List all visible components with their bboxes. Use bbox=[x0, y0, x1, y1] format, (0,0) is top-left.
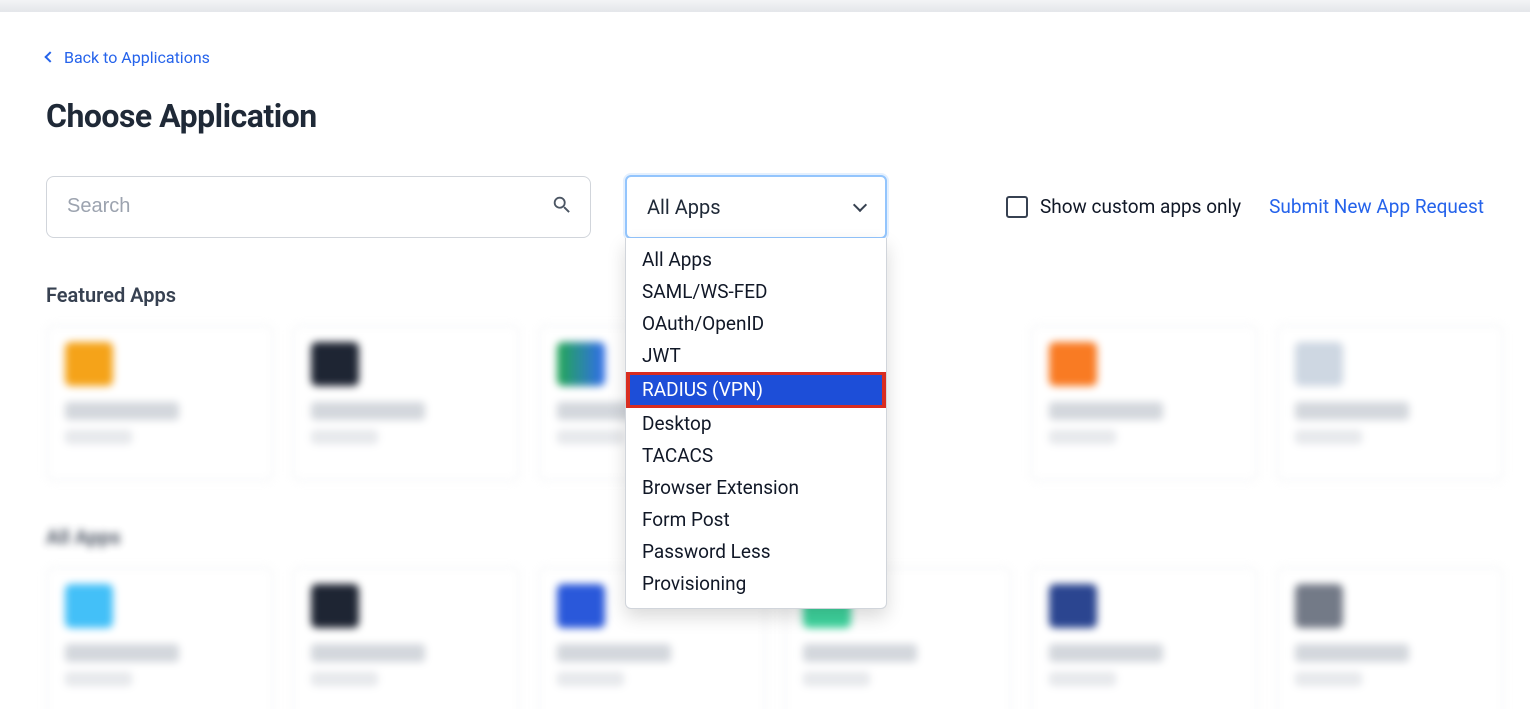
filter-option-radius[interactable]: RADIUS (VPN) bbox=[626, 372, 886, 408]
app-card[interactable] bbox=[46, 567, 274, 709]
app-card[interactable] bbox=[46, 325, 274, 481]
chevron-down-icon bbox=[853, 197, 867, 211]
controls-row: All Apps All Apps SAML/WS-FED OAuth/Open… bbox=[46, 175, 1484, 239]
search-wrap bbox=[46, 176, 591, 238]
show-custom-only-label: Show custom apps only bbox=[1040, 195, 1241, 218]
app-card[interactable] bbox=[1276, 567, 1504, 709]
app-card[interactable] bbox=[1276, 325, 1504, 481]
app-card[interactable] bbox=[1030, 567, 1258, 709]
filter-option-saml[interactable]: SAML/WS-FED bbox=[626, 276, 886, 308]
app-card[interactable] bbox=[292, 325, 520, 481]
search-icon[interactable] bbox=[551, 194, 573, 220]
show-custom-only-checkbox[interactable]: Show custom apps only bbox=[1006, 195, 1241, 218]
checkbox-box-icon bbox=[1006, 196, 1028, 218]
content-area: Back to Applications Choose Application … bbox=[0, 12, 1530, 709]
filter-option-oauth[interactable]: OAuth/OpenID bbox=[626, 308, 886, 340]
back-link-text: Back to Applications bbox=[64, 48, 210, 67]
filter-option-provisioning[interactable]: Provisioning bbox=[626, 568, 886, 600]
window-topbar bbox=[0, 0, 1530, 12]
page-title: Choose Application bbox=[46, 97, 1484, 135]
filter-option-jwt[interactable]: JWT bbox=[626, 340, 886, 372]
back-to-applications-link[interactable]: Back to Applications bbox=[46, 48, 210, 67]
search-input[interactable] bbox=[46, 176, 591, 238]
filter-option-form-post[interactable]: Form Post bbox=[626, 504, 886, 536]
filter-select-wrap: All Apps All Apps SAML/WS-FED OAuth/Open… bbox=[625, 175, 887, 239]
filter-select-button[interactable]: All Apps bbox=[625, 175, 887, 239]
submit-new-app-link[interactable]: Submit New App Request bbox=[1269, 195, 1484, 218]
filter-option-desktop[interactable]: Desktop bbox=[626, 408, 886, 440]
filter-option-password-less[interactable]: Password Less bbox=[626, 536, 886, 568]
app-card[interactable] bbox=[292, 567, 520, 709]
right-controls: Show custom apps only Submit New App Req… bbox=[1006, 195, 1484, 218]
page-root: Back to Applications Choose Application … bbox=[0, 0, 1530, 709]
chevron-left-icon bbox=[44, 51, 55, 62]
filter-option-tacacs[interactable]: TACACS bbox=[626, 440, 886, 472]
app-card[interactable] bbox=[1030, 325, 1258, 481]
filter-option-all-apps[interactable]: All Apps bbox=[626, 244, 886, 276]
filter-option-browser-ext[interactable]: Browser Extension bbox=[626, 472, 886, 504]
filter-select-value: All Apps bbox=[647, 195, 721, 219]
filter-dropdown: All Apps SAML/WS-FED OAuth/OpenID JWT RA… bbox=[625, 238, 887, 609]
